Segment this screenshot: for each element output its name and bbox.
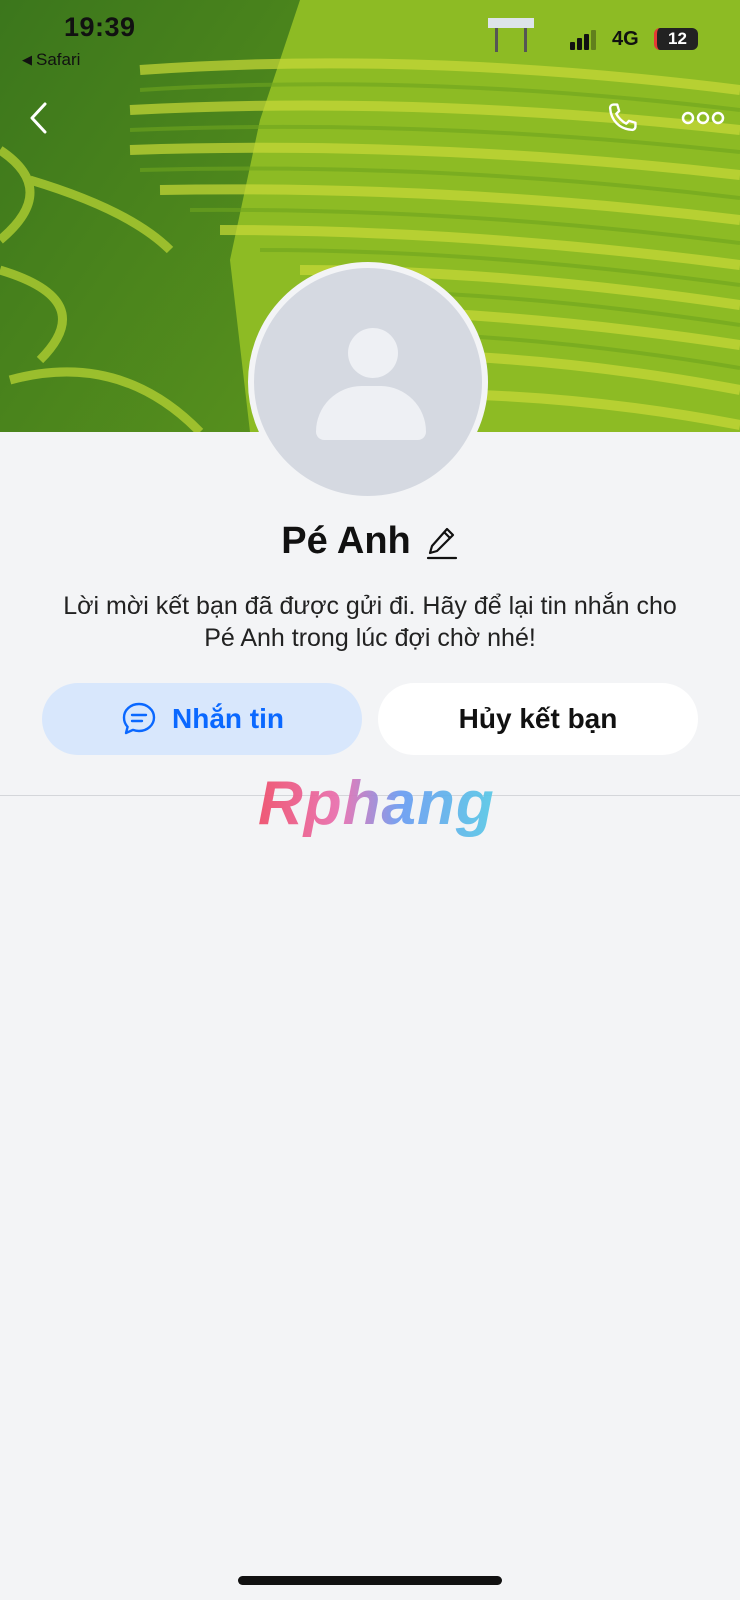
left-triangle-icon: ◀ <box>22 52 32 67</box>
profile-avatar[interactable] <box>248 262 488 502</box>
chevron-left-icon <box>30 102 47 134</box>
send-message-button[interactable]: Nhắn tin <box>42 683 362 755</box>
battery-indicator: 12 <box>654 28 698 50</box>
network-type: 4G <box>612 28 639 50</box>
friend-request-message: Lời mời kết bạn đã được gửi đi. Hãy để l… <box>63 592 677 652</box>
default-user-avatar-icon <box>348 328 398 378</box>
status-time: 19:39 <box>64 12 136 42</box>
profile-name-row: Pé Anh <box>0 520 740 563</box>
watermark-logo: Rphang <box>258 769 495 838</box>
more-options-button[interactable] <box>678 96 728 140</box>
call-button[interactable] <box>600 96 644 140</box>
cancel-friend-request-button[interactable]: Hủy kết bạn <box>378 683 698 755</box>
cancel-friend-request-label: Hủy kết bạn <box>458 703 618 734</box>
home-indicator[interactable] <box>238 1576 502 1585</box>
status-bar: 19:39 ◀ Safari 4G 12 <box>0 0 740 80</box>
avatar-body-shape <box>316 386 426 440</box>
back-button[interactable] <box>16 96 60 140</box>
profile-name: Pé Anh <box>281 520 411 562</box>
send-message-label: Nhắn tin <box>172 703 284 734</box>
phone-icon <box>608 103 637 132</box>
chat-bubble-icon <box>122 702 156 735</box>
back-to-app[interactable]: ◀ Safari <box>22 50 80 70</box>
signal-icon <box>570 30 596 50</box>
pencil-icon[interactable] <box>425 524 459 560</box>
back-app-label: Safari <box>36 50 81 69</box>
more-dots-icon <box>681 111 725 125</box>
